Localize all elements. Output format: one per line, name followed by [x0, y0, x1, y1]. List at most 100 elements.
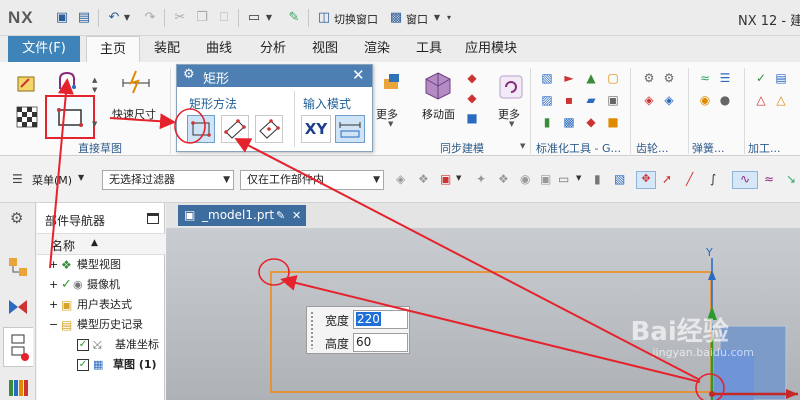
gear-tool-icon[interactable]: ◈	[640, 92, 658, 108]
filter-tool-icon[interactable]: ❖	[418, 172, 429, 186]
std-tool-icon[interactable]: ▣	[604, 92, 622, 108]
undo-dropdown-icon[interactable]: ▼	[122, 10, 132, 26]
process-tool-icon[interactable]: ✓	[752, 70, 770, 86]
move-face-icon[interactable]	[421, 68, 455, 102]
process-tool-icon[interactable]: △	[752, 92, 770, 108]
xy-input-mode-button[interactable]: XY	[301, 115, 331, 143]
snap-line-icon[interactable]: ╱	[686, 172, 693, 186]
tree-row-model-history[interactable]: − ▤ 模型历史记录	[37, 315, 165, 335]
dropdown-icon[interactable]: ▼	[388, 120, 393, 128]
tree-row-datum-csys[interactable]: ✓ ⤩ 基准坐标	[37, 335, 165, 355]
gear-tool-icon[interactable]: ⚙	[640, 70, 658, 86]
gear-tool-icon[interactable]: ⚙	[660, 70, 678, 86]
dropdown-icon[interactable]: ▼	[264, 10, 274, 26]
std-tool-icon[interactable]: ►	[560, 70, 578, 86]
snap-spline-icon[interactable]: ≈	[764, 172, 774, 186]
filter-tool-icon[interactable]: ❖	[498, 172, 509, 186]
window-menu-button[interactable]: 窗口	[406, 11, 428, 27]
dropdown-icon[interactable]: ▼	[456, 174, 461, 182]
tree-row-model-views[interactable]: + ❖ 模型视图	[37, 255, 165, 275]
gear-tool-icon[interactable]: ◈	[660, 92, 678, 108]
selection-rect-icon[interactable]: ▭	[246, 10, 262, 26]
group-expand-icon[interactable]: ▼	[520, 142, 525, 150]
menu-dropdown-icon[interactable]: ▼	[78, 173, 84, 182]
filter-tool-icon[interactable]: ▣	[440, 172, 451, 186]
close-tab-icon[interactable]: ✕	[292, 205, 301, 226]
expand-icon[interactable]: +	[49, 255, 58, 275]
std-tool-icon[interactable]: ▢	[604, 70, 622, 86]
menu-icon[interactable]: ☰	[12, 172, 23, 186]
tab-render[interactable]: 渲染	[354, 36, 400, 62]
spring-tool-icon[interactable]: ≈	[696, 70, 714, 86]
tab-curve[interactable]: 曲线	[196, 36, 242, 62]
filter-tool-icon[interactable]: ▣	[540, 172, 551, 186]
expand-icon[interactable]: +	[49, 275, 58, 295]
snap-line-icon[interactable]: ➚	[662, 172, 672, 186]
sort-ascending-icon[interactable]: ▲	[91, 238, 98, 248]
spring-tool-icon[interactable]: ●	[716, 92, 734, 108]
select-rect-icon[interactable]: ▭	[558, 172, 569, 186]
std-tool-icon[interactable]: ▲	[582, 70, 600, 86]
sync-tool-icon[interactable]: ◆	[462, 90, 482, 106]
sync-tool-icon[interactable]: ◆	[462, 70, 482, 86]
redo-icon[interactable]: ↷	[142, 10, 158, 26]
maximize-icon[interactable]	[147, 213, 159, 224]
tab-file[interactable]: 文件(F)	[8, 36, 80, 62]
snap-point-icon[interactable]: ✥	[636, 171, 656, 189]
tree-row-sketch[interactable]: ✓ ▦ 草图 (1)	[37, 355, 165, 375]
sync-tool-icon[interactable]: ■	[462, 110, 482, 126]
visibility-checkbox[interactable]: ✓	[77, 359, 89, 371]
dropdown-icon[interactable]: ▼	[92, 86, 97, 94]
document-tab[interactable]: ▣ _model1.prt ✎ ✕	[178, 205, 306, 226]
filter-tool-icon[interactable]: ◈	[396, 172, 405, 186]
copy-icon[interactable]: ❐	[194, 10, 210, 26]
width-input[interactable]: 220	[353, 310, 408, 329]
paste-icon[interactable]: ⎕	[216, 10, 232, 26]
std-tool-icon[interactable]: ▧	[538, 70, 556, 86]
rectangle-command-button[interactable]	[45, 95, 95, 139]
std-tool-icon[interactable]: ▪	[560, 92, 578, 108]
eraser-icon[interactable]: ✎	[286, 10, 302, 26]
undo-icon[interactable]: ↶	[106, 10, 122, 26]
sketch-icon[interactable]	[14, 70, 40, 96]
window-icon[interactable]: ▩	[388, 10, 404, 26]
part-navigator-tab[interactable]	[3, 327, 33, 367]
replace-face-icon[interactable]	[498, 74, 524, 100]
tab-tools[interactable]: 工具	[406, 36, 452, 62]
snap-spline-icon[interactable]: ∿	[732, 171, 758, 189]
std-tool-icon[interactable]: ▨	[538, 92, 556, 108]
selection-scope-dropdown[interactable]: 仅在工作部件内 ▼	[240, 170, 384, 190]
feature-icon[interactable]	[380, 70, 404, 94]
rapid-dimension-icon[interactable]	[118, 68, 154, 96]
std-tool-icon[interactable]: ▰	[582, 92, 600, 108]
rapid-dimension-button[interactable]: 快速尺寸	[112, 106, 156, 122]
menu-button[interactable]: 菜单(M)	[32, 172, 72, 188]
tree-row-user-expressions[interactable]: + ▣ 用户表达式	[37, 295, 165, 315]
std-tool-icon[interactable]: ◆	[582, 114, 600, 130]
dropdown-icon[interactable]: ▼	[576, 174, 581, 182]
snap-icon[interactable]: ▧	[614, 172, 625, 186]
std-tool-icon[interactable]: ■	[604, 114, 622, 130]
tab-assembly[interactable]: 装配	[144, 36, 190, 62]
filter-tool-icon[interactable]: ✦	[476, 172, 486, 186]
window-dropdown-icon[interactable]: ▼	[432, 10, 442, 26]
finish-sketch-icon[interactable]	[14, 104, 40, 130]
close-icon[interactable]: ✕	[352, 66, 365, 84]
save-icon[interactable]: ▣	[54, 10, 70, 26]
more-dropdown-icon[interactable]: ▼	[92, 120, 97, 128]
save-all-icon[interactable]: ▤	[76, 10, 92, 26]
parameter-input-mode-button[interactable]	[335, 115, 365, 143]
tab-analysis[interactable]: 分析	[250, 36, 296, 62]
process-tool-icon[interactable]: △	[772, 92, 790, 108]
tree-row-camera[interactable]: + ✓ ◉ 摄像机	[37, 275, 165, 295]
dropdown-icon[interactable]: ▲	[92, 76, 97, 84]
std-tool-icon[interactable]: ▩	[560, 114, 578, 130]
reuse-library-icon[interactable]	[6, 375, 30, 399]
three-point-rectangle-button[interactable]	[221, 115, 249, 143]
tab-view[interactable]: 视图	[302, 36, 348, 62]
collapse-icon[interactable]: −	[49, 315, 58, 335]
more-button[interactable]: 更多	[376, 106, 398, 122]
drag-handle[interactable]	[310, 311, 315, 349]
spring-tool-icon[interactable]: ◉	[696, 92, 714, 108]
assembly-navigator-icon[interactable]	[6, 255, 30, 279]
